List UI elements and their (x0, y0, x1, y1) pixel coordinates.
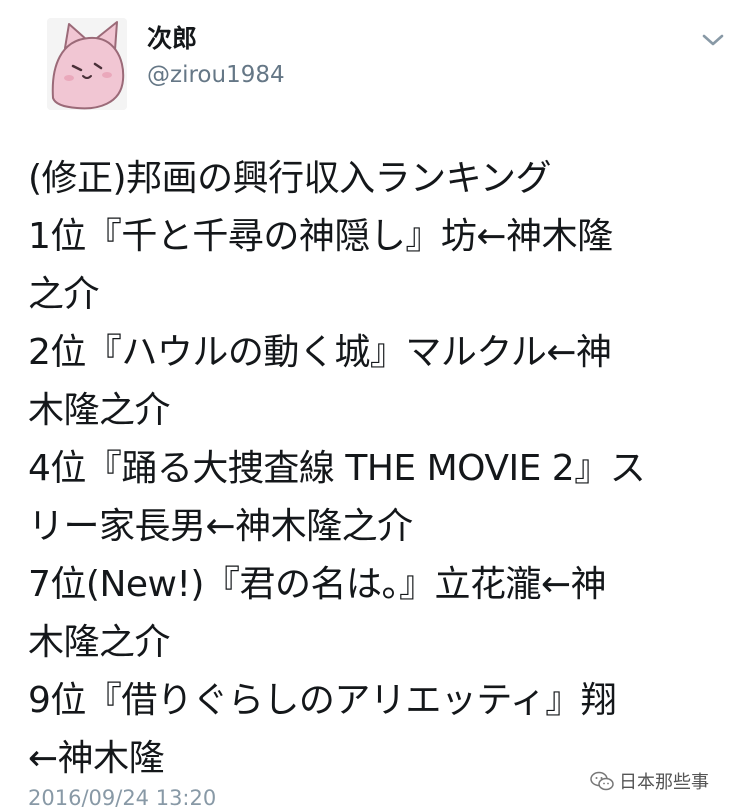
watermark: 日本那些事 (590, 767, 709, 795)
tweet-line: (修正)邦画の興行収入ランキング (28, 158, 552, 199)
tweet-line: 木隆之介 (28, 622, 171, 663)
tweet-menu-button[interactable] (700, 30, 726, 50)
tweet-line: 9位『借りぐらしのアリエッティ』翔 (28, 680, 617, 721)
display-name[interactable]: 次郎 (147, 22, 197, 56)
avatar[interactable] (47, 18, 127, 110)
watermark-text: 日本那些事 (619, 772, 709, 793)
tweet-line: 之介 (28, 274, 100, 315)
tweet-line: 7位(New!)『君の名は。』立花瀧←神 (28, 564, 607, 605)
tweet-text: (修正)邦画の興行収入ランキング 1位『千と千尋の神隠し』坊←神木隆 之介 2位… (28, 150, 728, 788)
tweet-line: 2位『ハウルの動く城』マルクル←神 (28, 332, 612, 373)
tweet-line: 1位『千と千尋の神隠し』坊←神木隆 (28, 216, 613, 257)
chevron-down-icon (702, 34, 724, 46)
wechat-icon (590, 771, 614, 791)
user-handle[interactable]: @zirou1984 (147, 60, 285, 90)
tweet-line: 木隆之介 (28, 390, 171, 431)
avatar-pink-cat-image (47, 18, 127, 110)
tweet-timestamp[interactable]: 2016/09/24 13:20 (28, 784, 216, 812)
tweet-line: リー家長男←神木隆之介 (28, 506, 413, 547)
tweet-line: 4位『踊る大捜査線 THE MOVIE 2』ス (28, 448, 646, 489)
